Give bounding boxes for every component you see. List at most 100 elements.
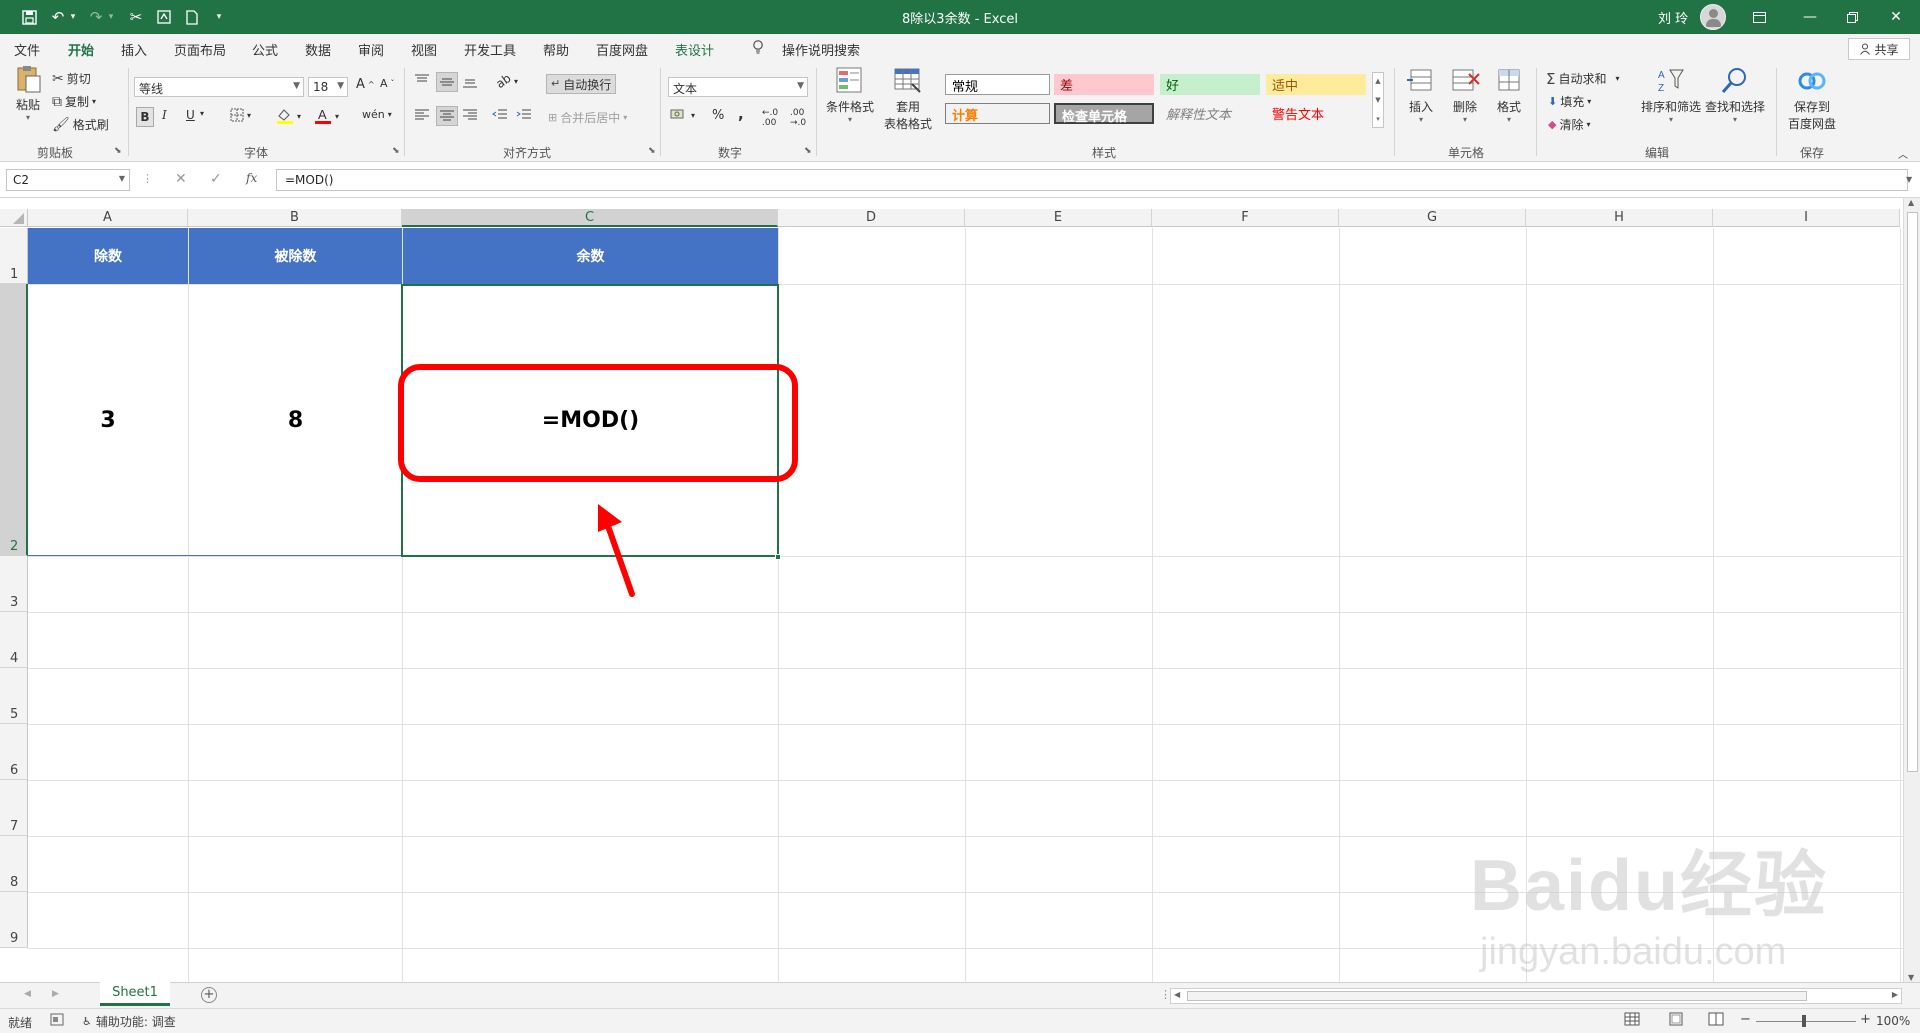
sort-filter-button[interactable]: AZ 排序和筛选 ▾: [1640, 66, 1702, 124]
add-sheet-icon[interactable]: +: [201, 987, 217, 1003]
phonetic-guide-icon[interactable]: wén ▾: [362, 108, 392, 121]
column-header-i[interactable]: I: [1713, 209, 1900, 227]
column-header-h[interactable]: H: [1526, 209, 1713, 227]
chevron-left-icon[interactable]: ◀: [1174, 990, 1180, 999]
column-header-f[interactable]: F: [1152, 209, 1339, 227]
expand-formula-icon[interactable]: ▼: [1906, 175, 1912, 184]
tab-data[interactable]: 数据: [305, 40, 331, 59]
share-button[interactable]: 共享: [1848, 38, 1910, 60]
zoom-level[interactable]: 100%: [1876, 1014, 1910, 1028]
clipboard-launcher-icon[interactable]: ⬊: [114, 146, 122, 156]
macro-record-icon[interactable]: [50, 1013, 64, 1029]
tab-review[interactable]: 审阅: [358, 40, 384, 59]
tab-baidu-netdisk[interactable]: 百度网盘: [596, 40, 648, 59]
style-good[interactable]: 好: [1160, 74, 1260, 95]
row-header-4[interactable]: 4: [0, 612, 28, 668]
restore-icon[interactable]: [1838, 6, 1866, 28]
column-header-e[interactable]: E: [965, 209, 1152, 227]
fill-color-icon[interactable]: ▾: [276, 107, 301, 125]
copy-dropdown-icon[interactable]: ▾: [92, 97, 96, 106]
cell-c1[interactable]: 余数: [403, 228, 778, 284]
tab-file[interactable]: 文件: [14, 40, 40, 59]
bold-button[interactable]: B: [136, 107, 154, 127]
format-as-table-button[interactable]: 套用 表格格式: [878, 66, 938, 132]
align-right-icon[interactable]: [462, 108, 478, 122]
check-icon[interactable]: ✓: [210, 171, 222, 187]
row-header-3[interactable]: 3: [0, 556, 28, 612]
decrease-font-icon[interactable]: Aˇ: [380, 77, 395, 90]
percent-style-button[interactable]: %: [712, 108, 724, 123]
save-to-netdisk-button[interactable]: 保存到 百度网盘: [1784, 66, 1840, 132]
tell-me-search[interactable]: 操作说明搜索: [782, 40, 860, 59]
tab-help[interactable]: 帮助: [543, 40, 569, 59]
increase-indent-icon[interactable]: [516, 108, 532, 122]
cancel-icon[interactable]: ✕: [175, 171, 187, 187]
insert-function-icon[interactable]: fx: [246, 171, 257, 185]
font-size-select[interactable]: 18 ▼: [308, 77, 348, 97]
align-middle-icon[interactable]: [436, 72, 458, 92]
tab-developer[interactable]: 开发工具: [464, 40, 516, 59]
zoom-slider-thumb[interactable]: [1802, 1015, 1806, 1027]
drag-handle-icon[interactable]: ⋮: [142, 172, 153, 185]
page-break-view-icon[interactable]: [1708, 1012, 1724, 1029]
row-header-5[interactable]: 5: [0, 668, 28, 724]
underline-button[interactable]: U: [186, 108, 195, 122]
paste-dropdown-icon[interactable]: ▾: [10, 113, 46, 122]
row-header-7[interactable]: 7: [0, 780, 28, 836]
delete-cells-button[interactable]: 删除 ▾: [1446, 66, 1484, 124]
align-top-icon[interactable]: [414, 74, 430, 88]
align-left-icon[interactable]: [414, 108, 430, 122]
formula-input[interactable]: =MOD(): [276, 169, 1908, 191]
find-select-button[interactable]: 查找和选择 ▾: [1704, 66, 1766, 124]
tab-formulas[interactable]: 公式: [252, 40, 278, 59]
scroll-thumb[interactable]: [1907, 212, 1918, 772]
decrease-indent-icon[interactable]: [492, 108, 508, 122]
comma-style-button[interactable]: ,: [738, 105, 744, 123]
paste-button[interactable]: 粘贴 ▾: [10, 64, 46, 122]
avatar[interactable]: [1700, 4, 1726, 30]
cell-a2[interactable]: 3: [28, 285, 188, 556]
chevron-right-icon[interactable]: ▶: [1892, 990, 1898, 999]
cell-b2[interactable]: 8: [189, 285, 402, 556]
tab-insert[interactable]: 插入: [121, 40, 147, 59]
collapse-ribbon-icon[interactable]: ︿: [1898, 146, 1908, 161]
vertical-scrollbar[interactable]: ▲ ▼: [1903, 198, 1920, 982]
style-explanatory[interactable]: 解释性文本: [1160, 103, 1260, 124]
accessibility-status[interactable]: ♿ 辅助功能: 调查: [82, 1013, 176, 1030]
zoom-in-icon[interactable]: +: [1860, 1012, 1871, 1027]
select-all-button[interactable]: [0, 209, 28, 227]
increase-decimal-icon[interactable]: ←.0.00: [762, 108, 778, 128]
h-scroll-thumb[interactable]: [1187, 991, 1807, 1001]
next-sheet-icon[interactable]: ▶: [52, 989, 59, 999]
chevron-up-icon[interactable]: ▲: [1908, 198, 1914, 207]
style-bad[interactable]: 差: [1054, 74, 1154, 95]
format-cells-button[interactable]: 格式 ▾: [1490, 66, 1528, 124]
styles-gallery-scroll[interactable]: ▲ ▼ ▾: [1372, 72, 1384, 128]
style-warning[interactable]: 警告文本: [1266, 103, 1366, 124]
cell-a1[interactable]: 除数: [28, 228, 188, 284]
tab-table-design[interactable]: 表设计: [675, 40, 714, 59]
zoom-out-icon[interactable]: −: [1740, 1012, 1751, 1027]
autosum-button[interactable]: Σ 自动求和 ▾: [1546, 70, 1620, 87]
worksheet-grid[interactable]: A B C D E F G H I 1 2 3 4 5 6 7 8 9 除数 被…: [0, 198, 1903, 982]
column-header-b[interactable]: B: [188, 209, 402, 227]
copy-button[interactable]: ⧉ 复制 ▾: [52, 93, 96, 110]
accounting-format-icon[interactable]: ▾: [670, 108, 695, 122]
tab-view[interactable]: 视图: [411, 40, 437, 59]
row-header-9[interactable]: 9: [0, 892, 28, 948]
column-header-d[interactable]: D: [778, 209, 965, 227]
normal-view-icon[interactable]: [1624, 1012, 1640, 1029]
tab-home[interactable]: 开始: [68, 40, 95, 65]
sheet-tab-sheet1[interactable]: Sheet1: [100, 982, 170, 1006]
conditional-format-button[interactable]: 条件格式 ▾: [824, 66, 876, 124]
increase-font-icon[interactable]: A ^: [356, 77, 375, 92]
row-header-6[interactable]: 6: [0, 724, 28, 780]
ribbon-display-options-icon[interactable]: [1745, 6, 1773, 28]
decrease-decimal-icon[interactable]: .00 →.0: [790, 108, 806, 128]
style-check-cell[interactable]: 检查单元格: [1054, 103, 1154, 125]
insert-cells-button[interactable]: 插入 ▾: [1402, 66, 1440, 124]
tab-page-layout[interactable]: 页面布局: [174, 40, 226, 59]
minimize-icon[interactable]: —: [1796, 6, 1824, 28]
prev-sheet-icon[interactable]: ◀: [24, 989, 31, 999]
page-layout-view-icon[interactable]: [1668, 1012, 1684, 1029]
